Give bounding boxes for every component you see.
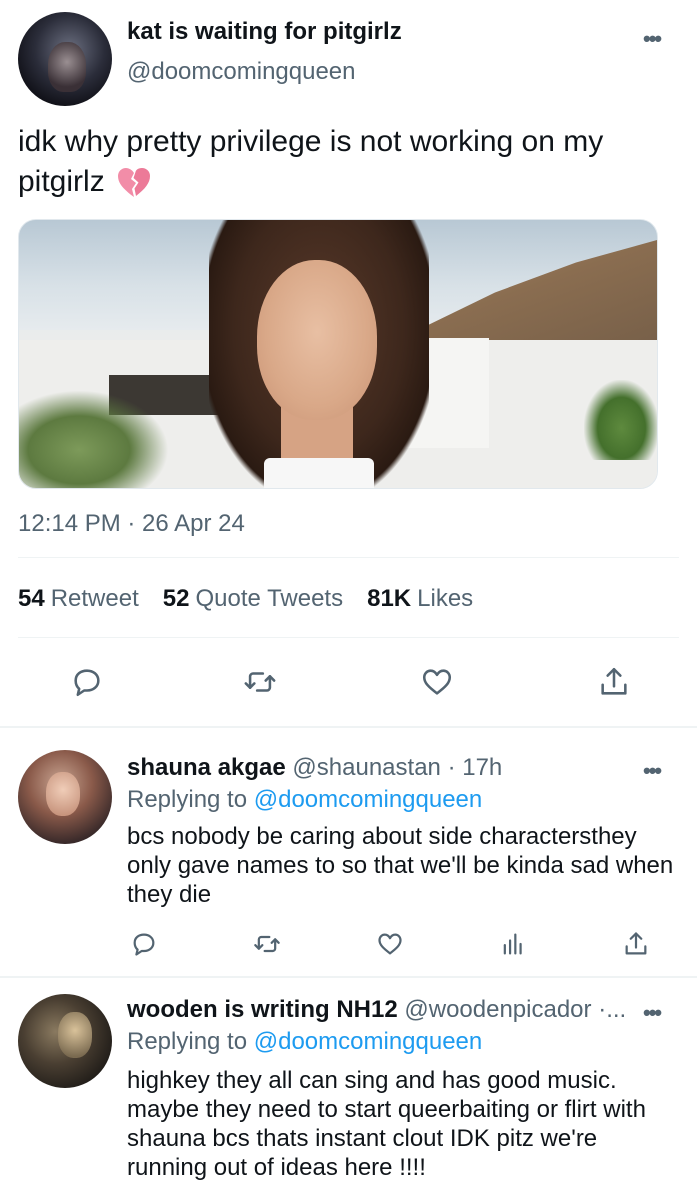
- replying-to-label: Replying to: [127, 1028, 248, 1055]
- author-handle[interactable]: @doomcomingqueen: [127, 58, 356, 86]
- author-name[interactable]: kat is waiting for pitgirlz: [127, 18, 402, 46]
- likes-count: 81K: [367, 585, 412, 612]
- likes-label: Likes: [417, 585, 474, 612]
- tweet-stats: 54 Retweet 52 Quote Tweets 81K Likes: [18, 585, 473, 613]
- replying-to-link[interactable]: @doomcomingqueen: [254, 786, 483, 813]
- reply-time[interactable]: · 17h: [448, 754, 503, 781]
- more-options-icon[interactable]: •••: [643, 26, 662, 52]
- analytics-icon[interactable]: [499, 930, 527, 958]
- quotes-stat[interactable]: 52 Quote Tweets: [163, 585, 343, 613]
- divider: [18, 557, 679, 558]
- tweet-text: idk why pretty privilege is not working …: [18, 122, 678, 202]
- retweets-stat[interactable]: 54 Retweet: [18, 585, 139, 613]
- divider: [18, 637, 679, 638]
- reply-time[interactable]: ·...: [598, 996, 626, 1023]
- reply-author-handle[interactable]: @woodenpicador: [404, 996, 591, 1023]
- photo-plant: [19, 390, 169, 488]
- replying-to: Replying to @doomcomingqueen: [127, 1028, 482, 1056]
- reply-author-name[interactable]: wooden is writing NH12: [127, 996, 398, 1023]
- tweet-text-content: idk why pretty privilege is not working …: [18, 125, 604, 198]
- retweets-label: Retweet: [50, 585, 139, 612]
- more-options-icon[interactable]: •••: [643, 1000, 662, 1026]
- broken-heart-icon: [117, 167, 151, 199]
- share-icon[interactable]: [622, 930, 650, 958]
- reply-icon[interactable]: [130, 930, 158, 958]
- main-tweet: kat is waiting for pitgirlz @doomcomingq…: [0, 0, 697, 727]
- likes-stat[interactable]: 81K Likes: [367, 585, 473, 613]
- reply-author-name[interactable]: shauna akgae: [127, 754, 286, 781]
- retweets-count: 54: [18, 585, 45, 612]
- replying-to-link[interactable]: @doomcomingqueen: [254, 1028, 483, 1055]
- reply-author-avatar[interactable]: [18, 750, 112, 844]
- photo-person-face: [257, 260, 377, 420]
- quotes-label: Quote Tweets: [195, 585, 344, 612]
- reply-tweet[interactable]: shauna akgae @shaunastan · 17h ••• Reply…: [0, 728, 697, 976]
- reply-text: highkey they all can sing and has good m…: [127, 1067, 646, 1181]
- tweet-timestamp[interactable]: 12:14 PM · 26 Apr 24: [18, 510, 245, 538]
- replying-to-label: Replying to: [127, 786, 248, 813]
- reply-text: bcs nobody be caring about side characte…: [127, 823, 674, 908]
- photo-plant-right: [584, 380, 657, 460]
- tweet-media-photo[interactable]: [18, 219, 658, 489]
- author-avatar[interactable]: [18, 12, 112, 106]
- quotes-count: 52: [162, 585, 190, 612]
- replying-to: Replying to @doomcomingqueen: [127, 786, 482, 814]
- reply-author-avatar[interactable]: [18, 994, 112, 1088]
- reply-header: wooden is writing NH12 @woodenpicador ·.…: [127, 996, 626, 1024]
- photo-person-top: [264, 458, 374, 488]
- like-icon[interactable]: [420, 665, 454, 699]
- reply-icon[interactable]: [70, 665, 104, 699]
- reply-tweet[interactable]: wooden is writing NH12 @woodenpicador ·.…: [0, 978, 697, 1200]
- retweet-icon[interactable]: [253, 930, 281, 958]
- more-options-icon[interactable]: •••: [643, 758, 662, 784]
- reply-header: shauna akgae @shaunastan · 17h: [127, 754, 502, 782]
- reply-author-handle[interactable]: @shaunastan: [292, 754, 440, 781]
- share-icon[interactable]: [597, 665, 631, 699]
- like-icon[interactable]: [376, 930, 404, 958]
- retweet-icon[interactable]: [243, 665, 277, 699]
